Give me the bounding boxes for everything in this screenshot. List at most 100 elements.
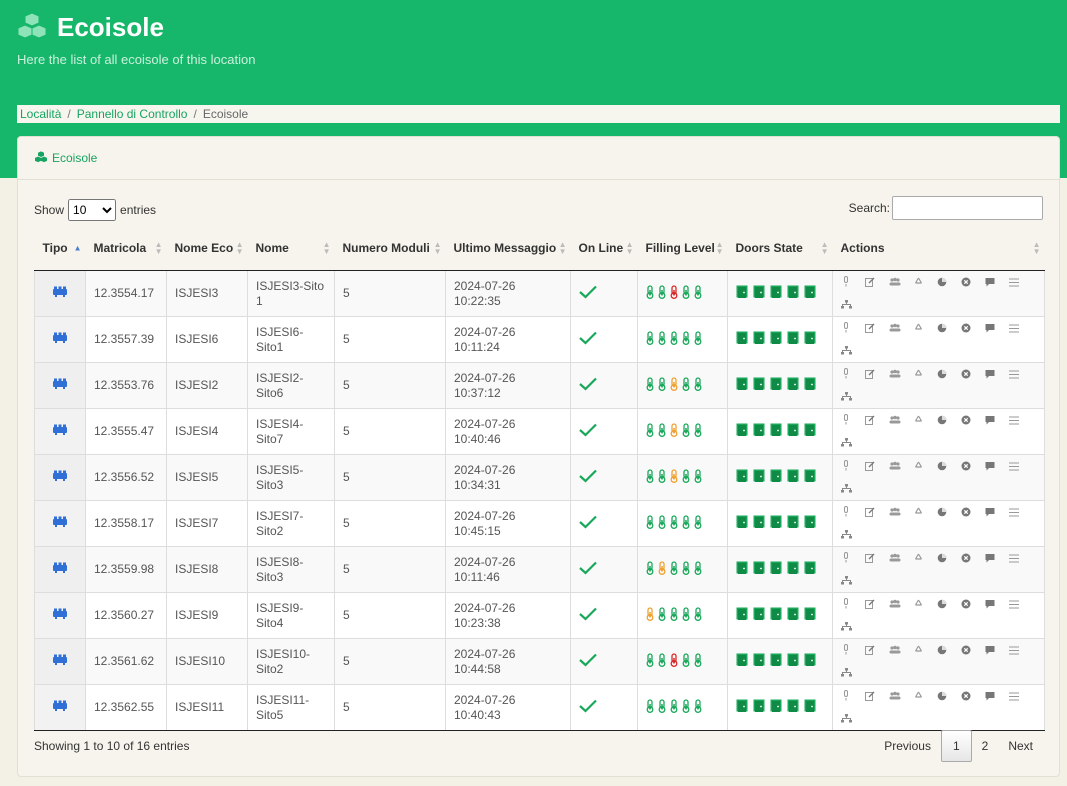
comment-icon[interactable] [985,456,1009,478]
microphone-icon[interactable] [841,686,865,708]
column-header-matricola[interactable]: Matricola ▲ ▼ [85,226,167,271]
recycle-icon[interactable] [913,456,937,478]
microphone-icon[interactable] [841,318,865,340]
edit-icon[interactable] [865,272,889,294]
edit-icon[interactable] [865,686,889,708]
edit-icon[interactable] [865,410,889,432]
column-header-ultimo-messaggio[interactable]: Ultimo Messaggio ▲ ▼ [445,226,571,271]
comment-icon[interactable] [985,640,1009,662]
microphone-icon[interactable] [841,640,865,662]
pie-chart-icon[interactable] [937,502,961,524]
comment-icon[interactable] [985,502,1009,524]
close-circle-icon[interactable] [961,502,985,524]
entries-select[interactable]: 10 [68,199,117,221]
list-icon[interactable] [1009,364,1033,386]
sitemap-icon[interactable] [841,386,865,408]
column-header-filling-level[interactable]: Filling Level ▲ ▼ [637,226,728,271]
sitemap-icon[interactable] [841,570,865,592]
comment-icon[interactable] [985,410,1009,432]
close-circle-icon[interactable] [961,548,985,570]
comment-icon[interactable] [985,594,1009,616]
column-header-actions[interactable]: Actions ▲ ▼ [832,226,1045,271]
close-circle-icon[interactable] [961,594,985,616]
pie-chart-icon[interactable] [937,272,961,294]
edit-icon[interactable] [865,364,889,386]
close-circle-icon[interactable] [961,410,985,432]
breadcrumb-pannello[interactable]: Pannello di Controllo [77,107,188,121]
pie-chart-icon[interactable] [937,410,961,432]
users-icon[interactable] [889,272,913,294]
list-icon[interactable] [1009,686,1033,708]
recycle-icon[interactable] [913,640,937,662]
list-icon[interactable] [1009,640,1033,662]
edit-icon[interactable] [865,318,889,340]
breadcrumb-localita[interactable]: Località [20,107,61,121]
edit-icon[interactable] [865,640,889,662]
edit-icon[interactable] [865,456,889,478]
users-icon[interactable] [889,686,913,708]
users-icon[interactable] [889,594,913,616]
edit-icon[interactable] [865,594,889,616]
list-icon[interactable] [1009,594,1033,616]
users-icon[interactable] [889,410,913,432]
pie-chart-icon[interactable] [937,364,961,386]
microphone-icon[interactable] [841,272,865,294]
edit-icon[interactable] [865,502,889,524]
sitemap-icon[interactable] [841,340,865,362]
list-icon[interactable] [1009,410,1033,432]
sitemap-icon[interactable] [841,478,865,500]
users-icon[interactable] [889,318,913,340]
microphone-icon[interactable] [841,502,865,524]
column-header-numero-moduli[interactable]: Numero Moduli ▲ ▼ [334,226,446,271]
pagination-page-2[interactable]: 2 [972,731,999,761]
recycle-icon[interactable] [913,502,937,524]
recycle-icon[interactable] [913,548,937,570]
comment-icon[interactable] [985,272,1009,294]
comment-icon[interactable] [985,548,1009,570]
recycle-icon[interactable] [913,272,937,294]
microphone-icon[interactable] [841,364,865,386]
microphone-icon[interactable] [841,410,865,432]
pie-chart-icon[interactable] [937,686,961,708]
pagination-page-1[interactable]: 1 [940,730,972,762]
column-header-nome[interactable]: Nome ▲ ▼ [247,226,335,271]
list-icon[interactable] [1009,318,1033,340]
close-circle-icon[interactable] [961,318,985,340]
sitemap-icon[interactable] [841,524,865,546]
close-circle-icon[interactable] [961,686,985,708]
column-header-doors-state[interactable]: Doors State ▲ ▼ [727,226,833,271]
sitemap-icon[interactable] [841,708,865,730]
edit-icon[interactable] [865,548,889,570]
pie-chart-icon[interactable] [937,640,961,662]
comment-icon[interactable] [985,318,1009,340]
column-header-nome-eco[interactable]: Nome Eco ▲ ▼ [166,226,248,271]
close-circle-icon[interactable] [961,456,985,478]
microphone-icon[interactable] [841,548,865,570]
sitemap-icon[interactable] [841,432,865,454]
pie-chart-icon[interactable] [937,318,961,340]
recycle-icon[interactable] [913,364,937,386]
recycle-icon[interactable] [913,410,937,432]
users-icon[interactable] [889,548,913,570]
column-header-on-line[interactable]: On Line ▲ ▼ [570,226,638,271]
microphone-icon[interactable] [841,456,865,478]
close-circle-icon[interactable] [961,364,985,386]
sitemap-icon[interactable] [841,294,865,316]
column-header-tipo[interactable]: Tipo ▲ [34,226,86,271]
close-circle-icon[interactable] [961,272,985,294]
recycle-icon[interactable] [913,594,937,616]
microphone-icon[interactable] [841,594,865,616]
list-icon[interactable] [1009,502,1033,524]
pagination-next[interactable]: Next [998,731,1043,761]
recycle-icon[interactable] [913,686,937,708]
pagination-previous[interactable]: Previous [874,731,941,761]
close-circle-icon[interactable] [961,640,985,662]
users-icon[interactable] [889,640,913,662]
pie-chart-icon[interactable] [937,456,961,478]
pie-chart-icon[interactable] [937,548,961,570]
comment-icon[interactable] [985,686,1009,708]
users-icon[interactable] [889,502,913,524]
comment-icon[interactable] [985,364,1009,386]
recycle-icon[interactable] [913,318,937,340]
list-icon[interactable] [1009,548,1033,570]
